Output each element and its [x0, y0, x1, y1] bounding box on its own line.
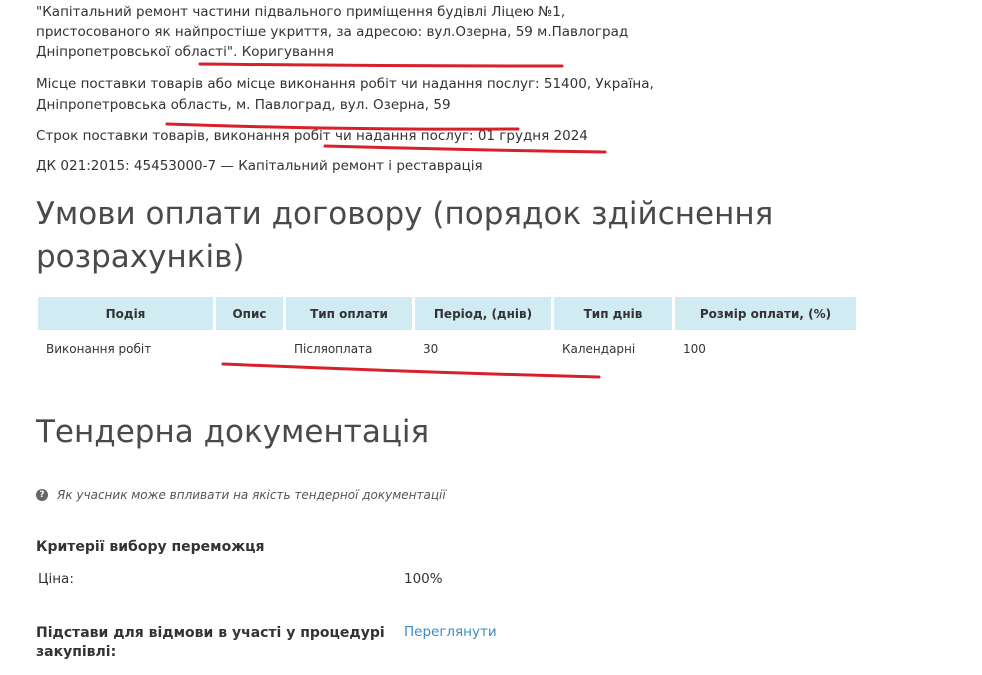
- criteria-heading: Критерії вибору переможця: [36, 539, 265, 555]
- price-value: 100%: [404, 571, 443, 587]
- cell-payment-size: 100: [683, 342, 706, 356]
- refusal-grounds-label-line-2: закупівлі:: [36, 644, 117, 660]
- question-circle-icon: ?: [36, 489, 48, 501]
- cell-description: [216, 330, 286, 368]
- lot-title-line-1: "Капітальний ремонт частини підвального …: [36, 4, 566, 20]
- payment-terms-heading-line-2: розрахунків): [36, 239, 245, 275]
- delivery-term: Строк поставки товарів, виконання робіт …: [36, 128, 588, 144]
- cell-period-days: 30: [423, 342, 439, 356]
- delivery-place-line-1: Місце поставки товарів або місце виконан…: [36, 76, 654, 92]
- refusal-grounds-label-line-1: Підстави для відмови в участі у процедур…: [36, 625, 385, 641]
- lot-title-line-3: Дніпропетровської області". Коригування: [36, 44, 334, 60]
- delivery-place-line-2: Дніпропетровська область, м. Павлоград, …: [36, 97, 451, 113]
- tender-docs-hint-text: Як учасник може впливати на якість тенде…: [57, 488, 446, 502]
- table-row: Виконання робіт Післяоплата 30 Календарн…: [38, 330, 856, 368]
- tender-docs-heading: Тендерна документація: [36, 414, 430, 450]
- price-label: Ціна:: [38, 571, 74, 587]
- column-header-description: Опис: [216, 297, 286, 330]
- lot-title-line-2: пристосованого як найпростіше укриття, з…: [36, 24, 629, 40]
- payment-terms-table: Подія Опис Тип оплати Період, (днів) Тип…: [38, 297, 856, 368]
- payment-terms-heading-line-1: Умови оплати договору (порядок здійсненн…: [36, 196, 774, 232]
- cell-event: Виконання робіт: [46, 342, 152, 356]
- table-header-row: Подія Опис Тип оплати Період, (днів) Тип…: [38, 297, 856, 330]
- column-header-day-type: Тип днів: [554, 297, 675, 330]
- column-header-period-days: Період, (днів): [415, 297, 554, 330]
- column-header-payment-size: Розмір оплати, (%): [675, 297, 856, 330]
- view-refusal-grounds-link[interactable]: Переглянути: [404, 622, 497, 642]
- column-header-event: Подія: [38, 297, 216, 330]
- tender-docs-hint[interactable]: ? Як учасник може впливати на якість тен…: [36, 486, 446, 504]
- cell-day-type: Календарні: [562, 342, 636, 356]
- classifier-code: ДК 021:2015: 45453000-7 — Капітальний ре…: [36, 158, 483, 174]
- underline-term: [323, 144, 607, 154]
- column-header-payment-type: Тип оплати: [286, 297, 415, 330]
- cell-payment-type: Післяоплата: [294, 342, 373, 356]
- underline-title: [198, 62, 564, 68]
